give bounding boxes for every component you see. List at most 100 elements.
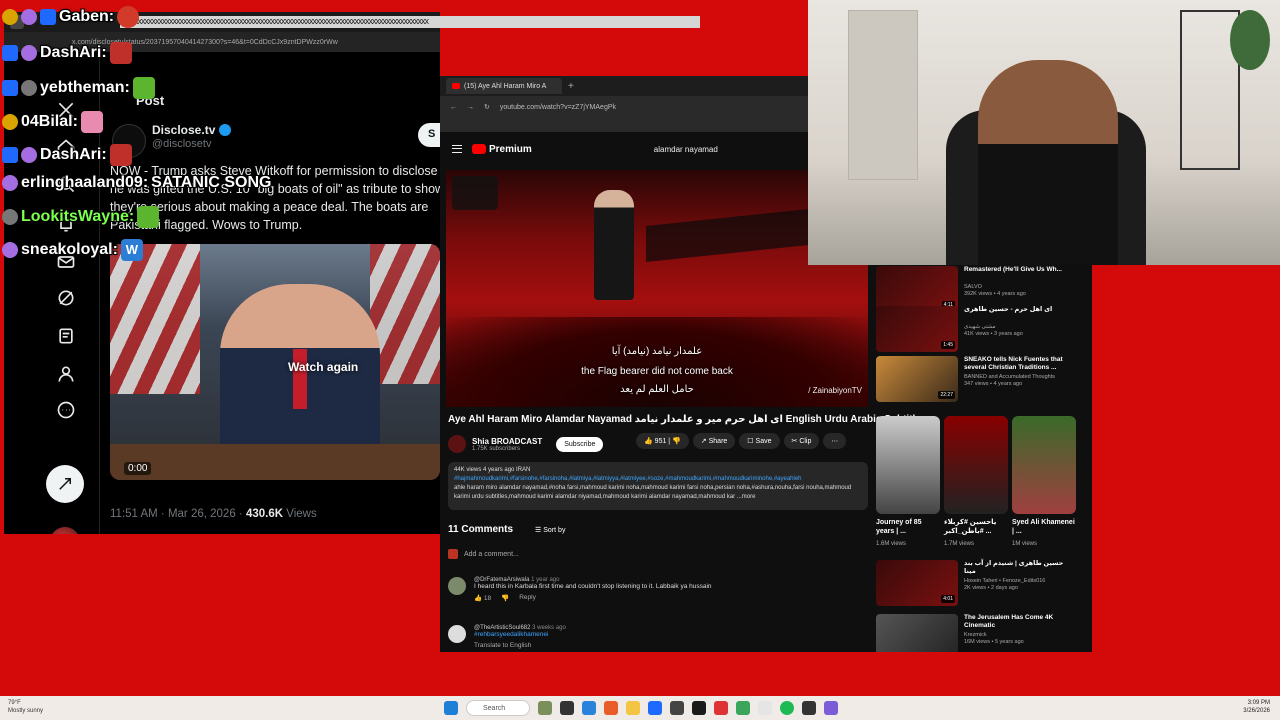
back-icon[interactable]: ← xyxy=(450,104,457,111)
description-meta: 44K views 4 years ago IRAN xyxy=(454,467,531,473)
share-button[interactable]: ↗ Share xyxy=(692,433,736,449)
recommended-meta: Hosein Taheri • Fenoze_Edits016 2K views … xyxy=(964,578,1045,592)
author-name[interactable]: Disclose.tv xyxy=(152,123,215,137)
sort-label: Sort by xyxy=(543,526,566,534)
video-player[interactable]: علمدار نیامد (نیامد) آیا the Flag bearer… xyxy=(446,170,868,407)
chat-line: LookitsWayne: xyxy=(2,206,160,228)
badge-icon xyxy=(2,209,18,225)
chrome-icon[interactable] xyxy=(604,701,618,715)
chat-username: sneakoloyal: xyxy=(21,241,118,258)
recommended-views: 2K views • 2 days ago xyxy=(964,585,1018,591)
steam-icon[interactable] xyxy=(692,701,706,715)
yt-url[interactable]: youtube.com/watch?v=zZ7jYMAegPk xyxy=(500,104,616,111)
emote-icon xyxy=(117,6,140,28)
taskbar-apps: Search xyxy=(444,700,838,716)
profile-icon[interactable] xyxy=(54,362,78,386)
chat-username: 04Bilal: xyxy=(21,113,78,130)
short-thumbnail[interactable] xyxy=(944,416,1008,514)
short-thumbnail[interactable] xyxy=(876,416,940,514)
short-title[interactable]: Syed Ali Khamenei | ... xyxy=(1012,518,1076,536)
add-comment-input[interactable]: Add a comment... xyxy=(448,549,519,559)
chat-username: yebtheman: xyxy=(40,79,130,96)
reply-button[interactable]: Reply xyxy=(519,594,536,602)
widget-icon[interactable] xyxy=(538,701,552,715)
lists-icon[interactable] xyxy=(54,324,78,348)
app-icon[interactable] xyxy=(736,701,750,715)
emote-icon: W xyxy=(120,239,143,261)
chat-username: Gaben: xyxy=(59,8,115,25)
forward-icon[interactable]: → xyxy=(467,104,474,111)
feather-icon xyxy=(59,478,71,490)
post-video[interactable]: Watch again 0:00 xyxy=(110,244,440,480)
video-thumbnail: 1:45 xyxy=(876,306,958,352)
edge-icon[interactable] xyxy=(582,701,596,715)
translate-button[interactable]: Translate to English xyxy=(474,642,531,649)
more-icon[interactable] xyxy=(54,398,78,422)
views-label: Views xyxy=(283,508,317,520)
recommended-title: The Jerusalem Has Come 4K Cinematic xyxy=(964,614,1054,629)
reload-icon[interactable]: ↻ xyxy=(484,103,490,111)
taskbar-search[interactable]: Search xyxy=(466,700,530,716)
clip-button[interactable]: ✂ Clip xyxy=(783,433,820,449)
file-explorer-icon[interactable] xyxy=(626,701,640,715)
post-meta: 11:51 AM · Mar 26, 2026 · 430.6K Views xyxy=(110,508,317,520)
watch-again-button[interactable]: Watch again xyxy=(288,360,358,374)
app-icon[interactable] xyxy=(714,701,728,715)
comment-item: @DrFatemaArsiwala 1 year ago I heard thi… xyxy=(448,577,868,602)
recommended-meta: Krezmick 16M views • 5 years ago xyxy=(964,632,1024,646)
youtube-logo[interactable]: Premium xyxy=(472,144,532,155)
app-icon[interactable] xyxy=(824,701,838,715)
comment-dislike-icon[interactable]: 👎 xyxy=(501,594,509,602)
comment-avatar[interactable] xyxy=(448,577,466,595)
comment-avatar[interactable] xyxy=(448,625,466,643)
short-thumbnail[interactable] xyxy=(1012,416,1076,514)
app-icon[interactable] xyxy=(802,701,816,715)
youtube-favicon-icon xyxy=(452,83,460,89)
description-tags[interactable]: #hajmahmoudkarimi,#farsinohe,#farsinoha,… xyxy=(454,475,862,484)
new-tab-icon[interactable]: + xyxy=(568,81,574,92)
badge-icon xyxy=(21,45,37,61)
spotify-icon[interactable] xyxy=(780,701,794,715)
grok-icon[interactable] xyxy=(54,286,78,310)
start-icon[interactable] xyxy=(444,701,458,715)
weather-desc: Mostly sunny xyxy=(8,708,44,714)
comment-like-button[interactable]: 👍 18 xyxy=(474,594,491,602)
comments-header: 11 Comments ☰ Sort by xyxy=(448,524,565,535)
recommended-meta: SALVO 392K views • 4 years ago xyxy=(964,284,1026,298)
account-avatar[interactable] xyxy=(50,527,80,534)
emote-icon xyxy=(109,144,132,166)
recommended-views: 16M views • 5 years ago xyxy=(964,639,1024,645)
verified-badge-icon xyxy=(219,124,232,136)
task-view-icon[interactable] xyxy=(560,701,574,715)
channel-avatar[interactable] xyxy=(448,435,466,453)
chat-username: LookitsWayne: xyxy=(21,208,135,225)
channel-watermark-logo xyxy=(452,176,498,210)
compose-post-button[interactable] xyxy=(46,465,84,503)
more-actions-icon[interactable]: ⋯ xyxy=(823,433,847,449)
video-description[interactable]: 44K views 4 years ago IRAN #hajmahmoudka… xyxy=(448,462,868,510)
menu-icon[interactable] xyxy=(452,145,462,153)
app-icon[interactable] xyxy=(648,701,662,715)
short-title[interactable]: Journey of 85 years | ... xyxy=(876,518,940,536)
chat-line: DashAri: xyxy=(2,144,132,166)
badge-icon xyxy=(21,9,37,25)
app-icon[interactable] xyxy=(758,701,772,715)
like-button[interactable]: 👍 951 | 👎 xyxy=(636,433,689,449)
app-icon[interactable] xyxy=(670,701,684,715)
post-timestamp[interactable]: 11:51 AM · Mar 26, 2026 · xyxy=(110,508,246,520)
channel-name[interactable]: Shia BROADCAST xyxy=(472,437,542,446)
badge-icon xyxy=(2,242,18,258)
short-title[interactable]: یاحسین #کربلاء #باطن_اکبر ... xyxy=(944,518,1008,536)
video-timestamp: 0:00 xyxy=(124,462,152,475)
weather-widget[interactable]: 79°F Mostly sunny xyxy=(8,699,43,715)
save-button[interactable]: ☐ Save xyxy=(739,433,780,449)
subscribe-button[interactable]: Subscribe xyxy=(556,436,604,452)
yt-tab[interactable]: (15) Aye Ahl Haram Miro A xyxy=(446,78,562,94)
webcam-plant xyxy=(1230,10,1270,70)
author-handle[interactable]: @disclosetv xyxy=(152,138,211,150)
sort-by-button[interactable]: ☰ Sort by xyxy=(535,526,565,534)
system-tray-clock[interactable]: 3:09 PM 3/26/2026 xyxy=(1243,699,1270,715)
subscribe-button[interactable]: S xyxy=(418,123,440,147)
search-input[interactable]: alamdar nayamad xyxy=(654,145,718,154)
author-name-row[interactable]: Disclose.tv xyxy=(152,123,232,137)
